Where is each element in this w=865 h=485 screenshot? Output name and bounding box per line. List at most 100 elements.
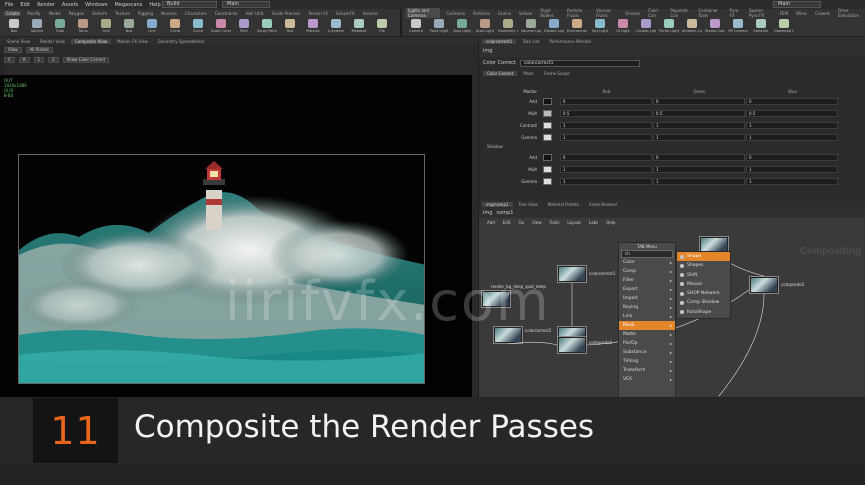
- shelf-tab[interactable]: Terrain FX: [306, 11, 330, 16]
- shelf-tab[interactable]: Model: [47, 11, 63, 16]
- menu-megascans[interactable]: Megascans: [114, 2, 142, 8]
- param-path[interactable]: img: [483, 48, 492, 54]
- shelf-tab[interactable]: Fluid Con: [646, 8, 664, 18]
- shelf-tab[interactable]: Container Tools: [696, 8, 723, 18]
- color-swatch[interactable]: [543, 121, 552, 129]
- shelf-tool-button[interactable]: Ambient Light: [682, 19, 702, 36]
- submenu-item[interactable]: RotoShape: [677, 308, 730, 317]
- shelf-tool-button[interactable]: Switcher: [751, 19, 771, 36]
- submenu-item[interactable]: Mosaic: [677, 280, 730, 289]
- shelf-tool-button[interactable]: Sky Light: [590, 19, 610, 36]
- shelf-tool-button[interactable]: Geometry Light: [498, 19, 518, 36]
- tab-menu-item[interactable]: Comp ▸: [619, 267, 675, 276]
- tab-color-correct[interactable]: Color Correct: [483, 71, 518, 76]
- shelf-tab[interactable]: Volume: [361, 11, 380, 16]
- shelf-tab[interactable]: Rigid Bodies: [538, 8, 561, 18]
- param-value-field[interactable]: 1: [653, 133, 745, 141]
- shelf-tool-button[interactable]: Volume Light: [521, 19, 541, 36]
- param-value-field[interactable]: 0: [746, 153, 838, 161]
- shelf-tab[interactable]: Characters: [183, 11, 209, 16]
- shelf-tool-button[interactable]: Environment Light: [567, 19, 587, 36]
- shelf-tab[interactable]: Deform: [90, 11, 109, 16]
- shelf-tab[interactable]: Sparse Pyro FX: [747, 8, 774, 18]
- shelf-tab[interactable]: Drive Simulation: [836, 8, 865, 18]
- menu-help[interactable]: Help: [149, 2, 160, 8]
- param-value-field[interactable]: 1: [560, 165, 652, 173]
- shelf-tab[interactable]: Modify: [25, 11, 42, 16]
- menu-file[interactable]: File: [5, 2, 13, 8]
- shelf-tool-button[interactable]: Distant Light: [544, 19, 564, 36]
- shelf-tab[interactable]: Guide Process: [270, 11, 302, 16]
- channel-c-button[interactable]: C: [4, 57, 15, 63]
- shelf-tab[interactable]: Vellum: [517, 11, 535, 16]
- shelf-tool-button[interactable]: Platonic: [303, 19, 323, 36]
- tab-menu-item[interactable]: Export ▸: [619, 285, 675, 294]
- tab-menu-item[interactable]: Matte ▸: [619, 330, 675, 339]
- shelf-tab[interactable]: Particles: [471, 11, 492, 16]
- shelf-tab[interactable]: Collisions: [444, 11, 467, 16]
- pane-tab[interactable]: colorcorrect1: [482, 38, 517, 44]
- shelf-tool-button[interactable]: Caustic Light: [636, 19, 656, 36]
- shelf-tab[interactable]: Crowds: [813, 11, 832, 16]
- tab-menu-item[interactable]: Timing ▸: [619, 357, 675, 366]
- param-value-field[interactable]: 0.5: [560, 109, 652, 117]
- param-value-field[interactable]: 0: [746, 97, 838, 105]
- color-swatch[interactable]: [543, 133, 552, 141]
- view-button[interactable]: View: [4, 47, 22, 53]
- tab-menu-item[interactable]: Link ▸: [619, 312, 675, 321]
- shelf-tool-button[interactable]: Area Light: [475, 19, 495, 36]
- param-value-field[interactable]: 1: [746, 121, 838, 129]
- shelf-tool-button[interactable]: L-System: [326, 19, 346, 36]
- shelf-tab[interactable]: Particle Fluids: [565, 8, 590, 18]
- shelf-tool-button[interactable]: Line: [142, 19, 162, 36]
- shelf-tab[interactable]: Constraints: [213, 11, 240, 16]
- tab-menu-item[interactable]: Keying ▸: [619, 303, 675, 312]
- shelf-tool-button[interactable]: Circle: [165, 19, 185, 36]
- param-value-field[interactable]: 0.5: [746, 109, 838, 117]
- tab-menu-item[interactable]: VEX ▸: [619, 375, 675, 384]
- compare-1-button[interactable]: 1: [33, 57, 45, 63]
- param-value-field[interactable]: 0.5: [653, 109, 745, 117]
- pane-tab[interactable]: Performance Monitor: [545, 39, 595, 44]
- param-value-field[interactable]: 0: [653, 97, 745, 105]
- compare-2-button[interactable]: 2: [48, 57, 59, 63]
- shelf-tool-button[interactable]: Spot Light: [452, 19, 472, 36]
- shelf-tab[interactable]: Pyro FX: [728, 8, 743, 18]
- main-select-right[interactable]: Main: [773, 1, 821, 8]
- submenu-item[interactable]: Shift: [677, 271, 730, 280]
- shelf-tool-button[interactable]: File: [372, 19, 392, 36]
- submenu-item[interactable]: Comp Shadow: [677, 298, 730, 307]
- tab-menu-search-input[interactable]: ch: [621, 250, 673, 258]
- shelf-tool-button[interactable]: Tube: [50, 19, 70, 36]
- shelf-tool-button[interactable]: Curve: [188, 19, 208, 36]
- composite-viewport[interactable]: OUT 1920x1080 (0,0) 8-Bit: [0, 75, 478, 397]
- pane-tab[interactable]: Render View: [36, 39, 69, 44]
- param-value-field[interactable]: 1: [653, 121, 745, 129]
- menu-render[interactable]: Render: [37, 2, 55, 8]
- tab-menu-item[interactable]: Pix/Op ▸: [619, 339, 675, 348]
- shelf-tab[interactable]: Grains: [496, 11, 513, 16]
- pane-tab[interactable]: Take List: [518, 39, 543, 44]
- tab-menu-item[interactable]: Mask ▸: [619, 321, 675, 330]
- shelf-tab[interactable]: Oceans: [623, 11, 642, 16]
- tab-mask[interactable]: Mask: [519, 71, 537, 76]
- param-value-field[interactable]: 1: [560, 177, 652, 185]
- planes-select[interactable]: All Planes: [25, 47, 53, 53]
- shelf-tool-button[interactable]: VR Camera: [728, 19, 748, 36]
- shelf-tab[interactable]: Wires: [794, 11, 809, 16]
- color-swatch[interactable]: [543, 97, 552, 105]
- shelf-tool-button[interactable]: Draw Curve: [211, 19, 231, 36]
- shelf-tool-button[interactable]: GI Light: [613, 19, 633, 36]
- param-value-field[interactable]: 0: [560, 153, 652, 161]
- color-swatch[interactable]: [543, 153, 552, 161]
- menu-edit[interactable]: Edit: [20, 2, 30, 8]
- shelf-tool-button[interactable]: Metaball: [349, 19, 369, 36]
- shelf-tab[interactable]: Muscles: [159, 11, 179, 16]
- shelf-tab[interactable]: SimpleFX: [334, 11, 357, 16]
- param-value-field[interactable]: 1: [560, 133, 652, 141]
- menu-windows[interactable]: Windows: [85, 2, 107, 8]
- tab-menu-item[interactable]: Filter ▸: [619, 276, 675, 285]
- shelf-tool-button[interactable]: Stereo Camera: [705, 19, 725, 36]
- shelf-tab[interactable]: Create: [4, 10, 22, 16]
- shelf-tab[interactable]: Texture: [113, 11, 132, 16]
